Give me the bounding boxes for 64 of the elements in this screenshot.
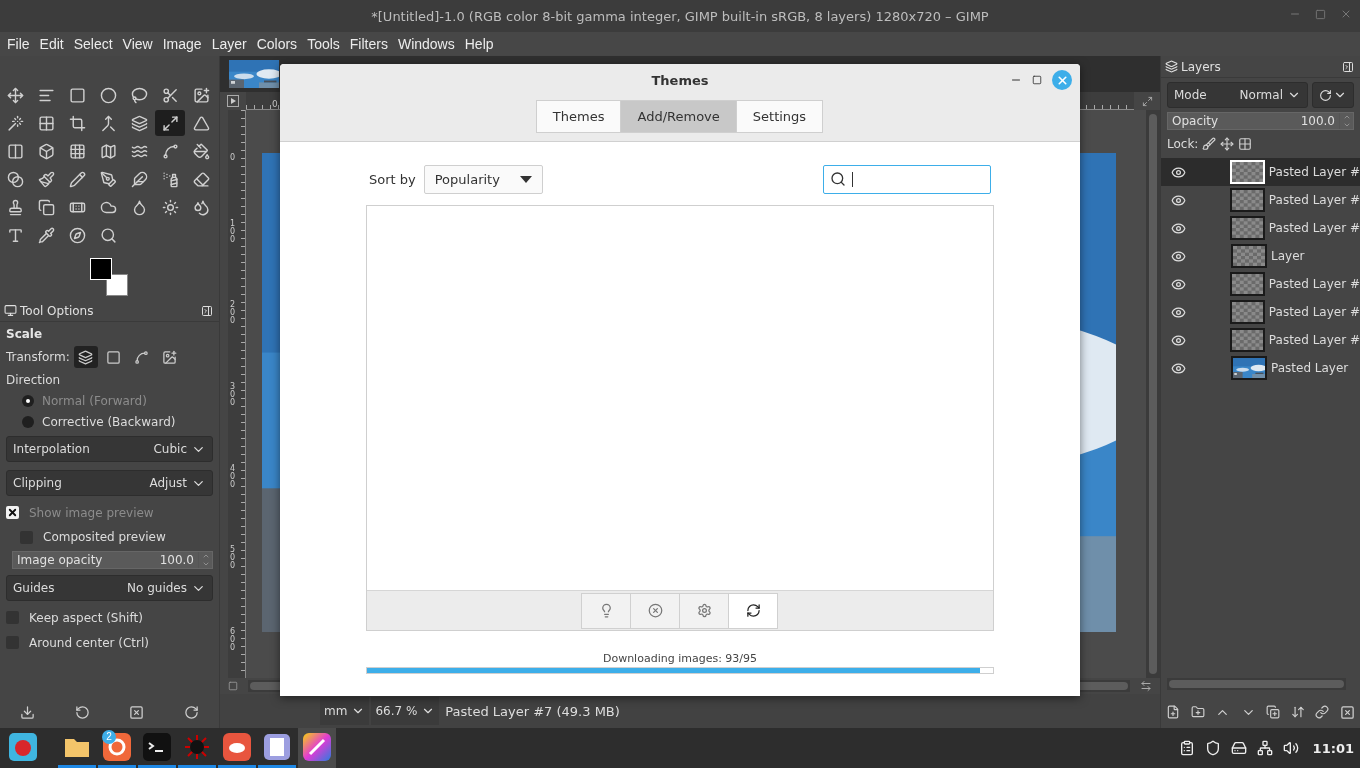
zoom-field[interactable]: 66.7 % — [371, 697, 440, 725]
dropdown[interactable]: Clipping Adjust — [6, 470, 213, 496]
layer-row[interactable]: Pasted Layer # — [1161, 298, 1360, 326]
layer-row[interactable]: Pasted Layer # — [1161, 326, 1360, 354]
radio-label: Corrective (Backward) — [42, 414, 176, 429]
checkbox-label: Keep aspect (Shift) — [29, 610, 143, 625]
tool-name: Scale — [6, 326, 44, 343]
layer-row[interactable]: Pasted Layer — [1161, 354, 1360, 382]
tab[interactable]: Themes — [535, 100, 622, 133]
menu-item[interactable]: Windows — [392, 36, 460, 52]
ruler-label: 200 — [230, 301, 237, 326]
layer-name: Pasted Layer # — [1268, 333, 1360, 347]
layer-row[interactable]: Pasted Layer # — [1161, 214, 1360, 242]
lock-label: Lock: — [1167, 137, 1199, 151]
dropdown[interactable]: Guides No guides — [6, 575, 213, 601]
ruler-label: 0 — [230, 154, 237, 162]
menu-item[interactable]: File — [2, 36, 35, 52]
status-message: Pasted Layer #7 (49.3 MB) — [445, 703, 620, 719]
menu-item[interactable]: Edit — [34, 36, 69, 52]
layer-name: Pasted Layer # — [1268, 305, 1360, 319]
clock: 11:01 — [1312, 740, 1354, 756]
ruler-label: 400 — [230, 464, 237, 489]
radio-label: Normal (Forward) — [42, 393, 147, 408]
tool-options-tab[interactable]: Tool Options — [4, 303, 94, 318]
checkbox-label: Composited preview — [43, 530, 166, 544]
layer-name: Pasted Layer # — [1268, 277, 1360, 291]
layer-row[interactable]: Pasted Layer # — [1161, 158, 1360, 186]
layer-row[interactable]: Layer — [1161, 242, 1360, 270]
layer-name: Pasted Layer # — [1268, 221, 1360, 235]
menu-item[interactable]: Select — [68, 36, 118, 52]
transform-label: Transform: — [6, 350, 70, 364]
menu-item[interactable]: View — [117, 36, 158, 52]
sort-dropdown[interactable]: Popularity — [423, 164, 543, 194]
progress-label: Downloading images: 93/95 — [602, 652, 758, 665]
menu-item[interactable]: Filters — [344, 36, 393, 52]
ruler-label: 100 — [230, 219, 237, 244]
dialog-title: Themes — [651, 73, 709, 88]
menu-item[interactable]: Tools — [302, 36, 345, 52]
menu-item[interactable]: Colors — [251, 36, 303, 52]
checkbox-label: Show image preview — [29, 505, 154, 520]
ruler-label: 600 — [230, 627, 237, 652]
layer-name: Layer — [1271, 249, 1305, 263]
tab[interactable]: Settings — [735, 100, 824, 133]
layer-name: Pasted Layer # — [1268, 165, 1360, 179]
checkbox-label: Around center (Ctrl) — [29, 635, 149, 650]
mode-dropdown[interactable]: Mode Normal — [1167, 82, 1308, 108]
menu-item[interactable]: Layer — [206, 36, 252, 52]
layer-name: Pasted Layer — [1271, 361, 1349, 375]
menu-item[interactable]: Help — [459, 36, 499, 52]
layer-row[interactable]: Pasted Layer # — [1161, 186, 1360, 214]
layers-tab[interactable]: Layers — [1165, 59, 1221, 74]
unit-dropdown[interactable]: mm — [320, 697, 370, 725]
ruler-label: 500 — [230, 546, 237, 571]
notification-badge: 2 — [102, 730, 116, 744]
layer-row[interactable]: Pasted Layer # — [1161, 270, 1360, 298]
tab[interactable]: Add/Remove — [620, 100, 737, 133]
direction-label: Direction — [6, 373, 61, 387]
dropdown[interactable]: Interpolation Cubic — [6, 436, 213, 462]
ruler-label: 0 — [272, 99, 278, 109]
sort-label: Sort by — [369, 171, 416, 187]
ruler-label: 300 — [230, 382, 237, 407]
menu-item[interactable]: Image — [157, 36, 207, 52]
window-title: *[Untitled]-1.0 (RGB color 8-bit gamma integer, GIMP built-in sRGB, 8 layers) 1280x720 – GIMP — [371, 8, 989, 24]
layer-name: Pasted Layer # — [1268, 193, 1360, 207]
